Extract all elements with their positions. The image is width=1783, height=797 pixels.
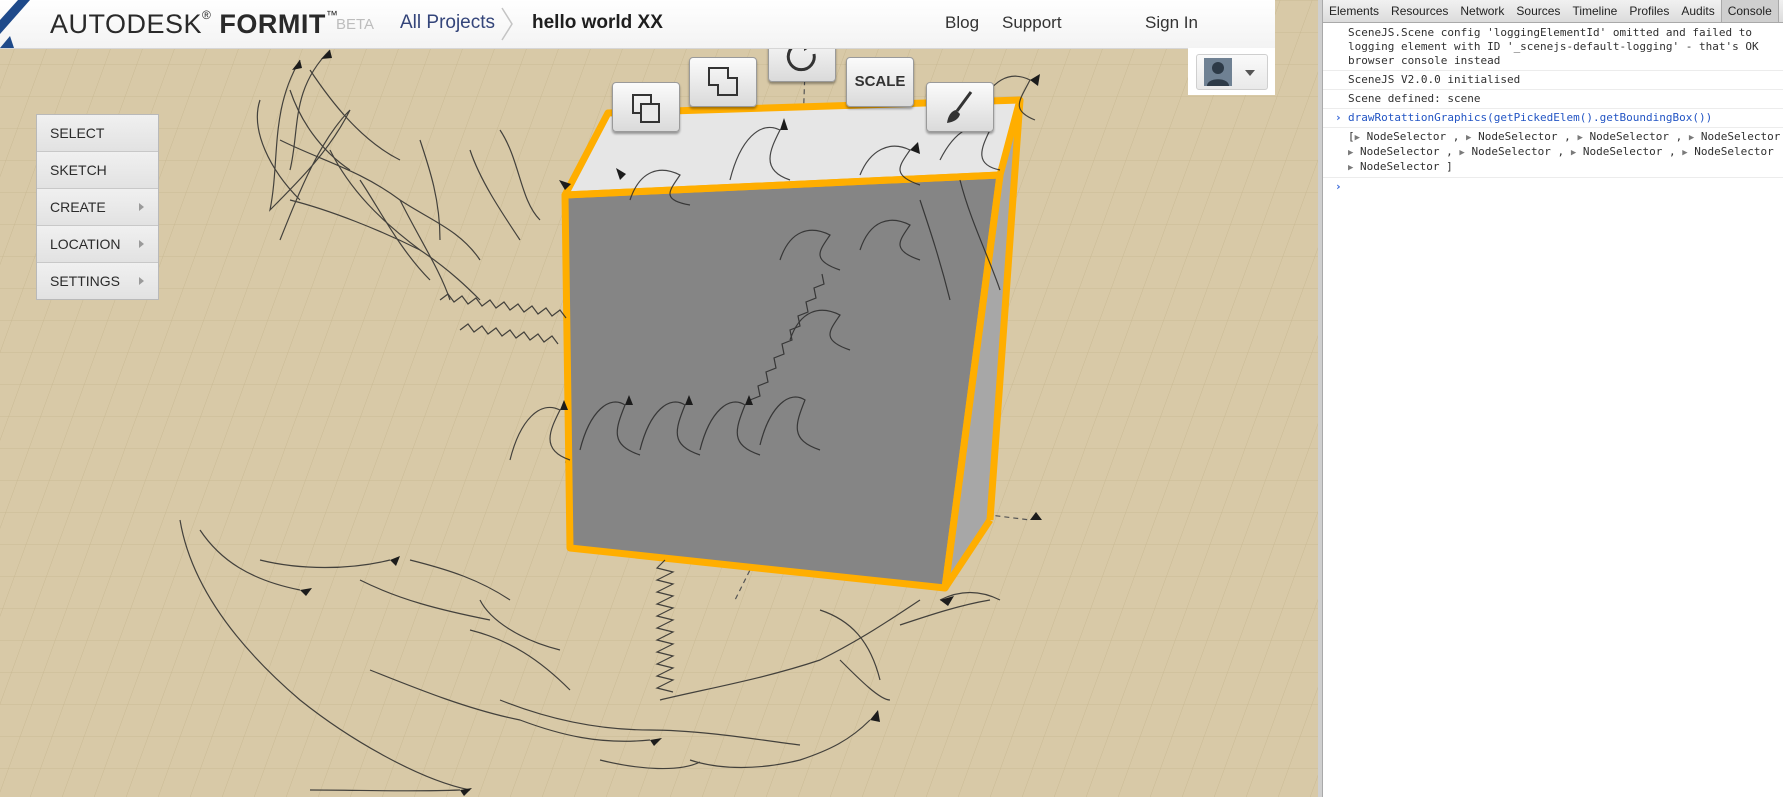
console-prompt-icon: › — [1335, 180, 1342, 193]
console-message: Scene defined: scene — [1323, 90, 1783, 109]
console-result-line: [▶ NodeSelector , ▶ NodeSelector , ▶ Nod… — [1348, 130, 1781, 143]
breadcrumb-chevron-icon — [501, 7, 513, 41]
array-open-bracket: [ — [1348, 130, 1355, 143]
autodesk-logo-icon — [0, 0, 30, 48]
menu-item-settings[interactable]: SETTINGS — [37, 262, 158, 299]
3d-viewport[interactable]: SCALE SELECT SKETCH CREATE LOCATION SETT… — [0, 0, 1318, 797]
side-menu: SELECT SKETCH CREATE LOCATION SETTINGS — [36, 114, 159, 300]
console-result: [ ▶ NodeSelector , ▶ NodeSelector , ▶ Nod… — [1323, 128, 1783, 178]
console-input-line[interactable]: › — [1323, 178, 1783, 194]
user-menu-button[interactable] — [1196, 54, 1268, 90]
console-text: Scene defined: scene — [1348, 92, 1481, 105]
expand-triangle-icon[interactable]: ▶ — [1682, 148, 1687, 158]
menu-item-label: SKETCH — [50, 162, 107, 178]
node-selector-item[interactable]: NodeSelector — [1694, 145, 1773, 158]
menu-item-label: SETTINGS — [50, 273, 121, 289]
node-selector-item[interactable]: NodeSelector — [1583, 145, 1662, 158]
expand-triangle-icon[interactable]: ▶ — [1689, 133, 1694, 143]
tab-audits[interactable]: Audits — [1675, 0, 1720, 22]
expand-triangle-icon[interactable]: ▶ — [1459, 148, 1464, 158]
node-selector-item[interactable]: NodeSelector — [1360, 145, 1439, 158]
console-text: SceneJS.Scene config 'loggingElementId' … — [1348, 26, 1752, 39]
app-header: AUTODESK® FORMIT™ BETA All Projects hell… — [0, 0, 1275, 49]
brand-prefix: AUTODESK — [50, 9, 203, 39]
console-text: browser console instead — [1348, 54, 1501, 67]
beta-badge: BETA — [336, 16, 375, 33]
move-button[interactable] — [689, 57, 757, 107]
menu-item-create[interactable]: CREATE — [37, 188, 158, 225]
console-command-text: drawRotattionGraphics(getPickedElem().ge… — [1348, 111, 1713, 124]
expand-triangle-icon[interactable]: ▶ — [1577, 133, 1582, 143]
scale-button[interactable]: SCALE — [846, 57, 914, 107]
node-selector-item[interactable]: NodeSelector — [1701, 130, 1780, 143]
tab-timeline[interactable]: Timeline — [1566, 0, 1623, 22]
paintbrush-icon — [947, 91, 973, 123]
menu-item-sketch[interactable]: SKETCH — [37, 151, 158, 188]
console-log[interactable]: SceneJS.Scene config 'loggingElementId' … — [1323, 24, 1783, 194]
console-result-line: ▶ NodeSelector , ▶ NodeSelector , ▶ Node… — [1348, 145, 1774, 158]
tab-console[interactable]: Console — [1720, 0, 1779, 22]
scale-button-label: SCALE — [854, 73, 906, 90]
submenu-arrow-icon — [139, 203, 144, 211]
expand-triangle-icon[interactable]: ▶ — [1348, 148, 1353, 158]
app-logo[interactable]: AUTODESK® FORMIT™ — [50, 8, 338, 40]
array-close-bracket: ] — [1446, 160, 1453, 173]
submenu-arrow-icon — [139, 277, 144, 285]
node-selector-item[interactable]: NodeSelector — [1478, 130, 1557, 143]
devtools-panel: Elements Resources Network Sources Timeline P… — [1322, 0, 1783, 797]
user-menu — [1188, 48, 1275, 95]
expand-triangle-icon[interactable]: ▶ — [1466, 133, 1471, 143]
menu-item-location[interactable]: LOCATION — [37, 225, 158, 262]
copy-squares-icon — [632, 94, 660, 123]
brand-name: FORMIT — [219, 9, 326, 39]
console-text: SceneJS V2.0.0 initialised — [1348, 73, 1521, 86]
console-result-line: ▶ NodeSelector ] — [1323, 160, 1783, 175]
devtools-tab-bar: Elements Resources Network Sources Timeline P… — [1323, 0, 1783, 23]
expand-triangle-icon[interactable]: ▶ — [1355, 133, 1360, 143]
tab-profiles[interactable]: Profiles — [1623, 0, 1675, 22]
node-selector-item[interactable]: NodeSelector — [1360, 160, 1439, 173]
breadcrumb-all-projects[interactable]: All Projects — [400, 12, 495, 34]
tab-resources[interactable]: Resources — [1385, 0, 1454, 22]
brand-registered-mark: ® — [202, 8, 212, 22]
selected-cube[interactable] — [561, 96, 1024, 592]
paint-button[interactable] — [926, 82, 994, 132]
menu-item-select[interactable]: SELECT — [37, 115, 158, 151]
submenu-arrow-icon — [139, 240, 144, 248]
node-selector-item[interactable]: NodeSelector — [1367, 130, 1446, 143]
nav-sign-in-link[interactable]: Sign In — [1145, 13, 1198, 33]
tab-elements[interactable]: Elements — [1323, 0, 1385, 22]
node-selector-item[interactable]: NodeSelector — [1471, 145, 1550, 158]
nav-support-link[interactable]: Support — [1002, 13, 1062, 33]
nav-blog-link[interactable]: Blog — [945, 13, 979, 33]
tab-network[interactable]: Network — [1454, 0, 1510, 22]
console-message: SceneJS V2.0.0 initialised — [1323, 71, 1783, 90]
tab-sources[interactable]: Sources — [1510, 0, 1566, 22]
move-shape-icon — [708, 67, 738, 96]
breadcrumb-project-name[interactable]: hello world XX — [532, 12, 663, 34]
copy-button[interactable] — [612, 82, 680, 132]
node-selector-item[interactable]: NodeSelector — [1589, 130, 1668, 143]
menu-item-label: SELECT — [50, 125, 105, 141]
console-message: SceneJS.Scene config 'loggingElementId' … — [1323, 24, 1783, 71]
expand-triangle-icon[interactable]: ▶ — [1348, 163, 1353, 173]
caret-down-icon — [1245, 70, 1255, 76]
menu-item-label: CREATE — [50, 199, 106, 215]
expand-triangle-icon[interactable]: ▶ — [1571, 148, 1576, 158]
menu-item-label: LOCATION — [50, 236, 121, 252]
console-text: logging element with ID '_scenejs-defaul… — [1348, 40, 1759, 53]
console-command-entry: › drawRotattionGraphics(getPickedElem().… — [1323, 109, 1783, 128]
